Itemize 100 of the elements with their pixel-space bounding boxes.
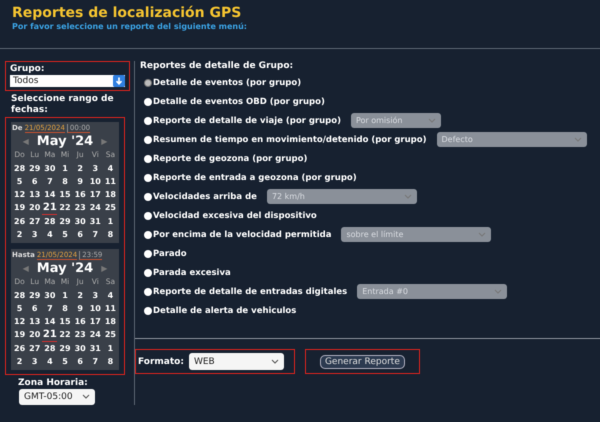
calendar-day[interactable]: 15	[57, 188, 73, 201]
calendar-day[interactable]: 22	[57, 328, 73, 341]
calendar-day[interactable]: 30	[72, 342, 88, 355]
calendar-day[interactable]: 22	[57, 202, 73, 214]
calendar-day[interactable]: 12	[12, 188, 28, 201]
calendar-day[interactable]: 7	[42, 176, 58, 188]
calendar-day[interactable]: 3	[27, 228, 42, 241]
radio-button[interactable]	[144, 192, 152, 200]
report-option-label[interactable]: Parado	[153, 248, 187, 258]
radio-button[interactable]	[144, 98, 152, 106]
calendar-day[interactable]: 30	[72, 216, 88, 228]
calendar-day[interactable]: 1	[102, 216, 118, 228]
calendar-day[interactable]: 9	[72, 176, 88, 188]
report-option-label[interactable]: Reporte de geozona (por grupo)	[153, 154, 308, 164]
calendar-day[interactable]: 12	[12, 316, 28, 328]
timezone-select[interactable]: GMT-05:00	[19, 388, 95, 405]
calendar-day[interactable]: 21	[42, 202, 58, 215]
calendar-day[interactable]: 10	[88, 302, 103, 315]
calendar-day[interactable]: 25	[102, 202, 118, 214]
radio-button[interactable]	[144, 306, 152, 314]
calendar-day[interactable]: 7	[42, 302, 58, 315]
calendar-day[interactable]: 5	[57, 228, 73, 241]
calendar-day[interactable]: 24	[88, 328, 103, 341]
format-select[interactable]: WEB	[188, 353, 284, 370]
radio-button[interactable]	[144, 154, 152, 162]
calendar-day[interactable]: 31	[88, 342, 103, 355]
calendar-day[interactable]: 29	[27, 290, 42, 302]
radio-button[interactable]	[144, 212, 152, 220]
calendar-day[interactable]: 16	[72, 316, 88, 328]
report-option-label[interactable]: Velocidades arriba de	[153, 192, 257, 202]
calendar-day[interactable]: 18	[102, 316, 118, 328]
radio-button[interactable]	[144, 174, 152, 182]
calendar-day[interactable]: 21	[42, 328, 58, 342]
calendar-day[interactable]: 11	[102, 302, 118, 315]
calendar-day[interactable]: 28	[42, 216, 58, 228]
calendar-day[interactable]: 19	[12, 328, 28, 341]
calendar-day[interactable]: 14	[42, 188, 58, 201]
report-option-label[interactable]: Detalle de eventos OBD (por grupo)	[153, 96, 325, 106]
radio-button[interactable]	[144, 288, 152, 296]
calendar-day[interactable]: 5	[12, 176, 28, 188]
calendar-day[interactable]: 30	[42, 162, 58, 175]
calendar-day[interactable]: 16	[72, 188, 88, 201]
calendar-day[interactable]: 28	[12, 162, 28, 175]
calendar-day[interactable]: 3	[88, 162, 103, 175]
report-option-label[interactable]: Reporte de detalle de entradas digitales	[153, 286, 348, 296]
calendar-day[interactable]: 30	[42, 290, 58, 302]
calendar-day[interactable]: 7	[88, 356, 103, 368]
calendar-day[interactable]: 27	[27, 342, 42, 355]
calendar-day[interactable]: 5	[57, 356, 73, 368]
calendar-day[interactable]: 7	[88, 228, 103, 241]
calendar-day[interactable]: 23	[72, 328, 88, 341]
calendar-day[interactable]: 28	[12, 290, 28, 302]
calendar-day[interactable]: 14	[42, 316, 58, 328]
calendar-day[interactable]: 17	[88, 316, 103, 328]
generate-report-button[interactable]: Generar Reporte	[320, 354, 405, 368]
calendar-day[interactable]: 6	[27, 302, 42, 315]
calendar-day[interactable]: 17	[88, 188, 103, 201]
report-option-label[interactable]: Resumen de tiempo en movimiento/detenido (por grupo)	[153, 134, 426, 144]
radio-button[interactable]	[144, 250, 152, 258]
calendar-day[interactable]: 4	[42, 356, 58, 368]
calendar-day[interactable]: 3	[27, 356, 42, 368]
calendar-day[interactable]: 8	[102, 356, 118, 368]
calendar-day[interactable]: 13	[27, 188, 42, 201]
radio-button[interactable]	[144, 78, 152, 86]
calendar-day[interactable]: 31	[88, 216, 103, 228]
report-option-label[interactable]: Parada excesiva	[153, 268, 231, 278]
report-option-label[interactable]: Velocidad excesiva del dispositivo	[153, 210, 317, 220]
calendar-day[interactable]: 10	[88, 176, 103, 188]
calendar-day[interactable]: 8	[57, 176, 73, 188]
report-option-label[interactable]: Detalle de alerta de vehiculos	[153, 306, 296, 316]
report-option-label[interactable]: Reporte de entrada a geozona (por grupo)	[153, 172, 357, 182]
calendar-day[interactable]: 6	[72, 228, 88, 241]
calendar-day[interactable]: 29	[27, 162, 42, 175]
calendar-day[interactable]: 27	[27, 216, 42, 228]
report-option-label[interactable]: Reporte de detalle de viaje (por grupo)	[153, 116, 341, 126]
calendar-day[interactable]: 8	[57, 302, 73, 315]
calendar-day[interactable]: 25	[102, 328, 118, 341]
calendar-day[interactable]: 1	[57, 162, 73, 175]
radio-button[interactable]	[144, 116, 152, 124]
calendar-day[interactable]: 26	[12, 216, 28, 228]
calendar-day[interactable]: 19	[12, 202, 28, 214]
calendar-day[interactable]: 29	[57, 342, 73, 355]
calendar-day[interactable]: 13	[27, 316, 42, 328]
calendar-day[interactable]: 2	[12, 228, 28, 241]
calendar-day[interactable]: 1	[57, 290, 73, 302]
report-option-label[interactable]: Por encima de la velocidad permitida	[153, 230, 332, 240]
calendar-day[interactable]: 28	[42, 342, 58, 355]
calendar-day[interactable]: 20	[27, 328, 42, 341]
radio-button[interactable]	[144, 268, 152, 276]
calendar-day[interactable]: 8	[102, 228, 118, 241]
calendar-day[interactable]: 4	[42, 228, 58, 241]
calendar-day[interactable]: 1	[102, 342, 118, 355]
radio-button[interactable]	[144, 136, 152, 144]
calendar-day[interactable]: 9	[72, 302, 88, 315]
calendar-day[interactable]: 18	[102, 188, 118, 201]
group-select[interactable]: Todos	[10, 75, 125, 87]
calendar-day[interactable]: 6	[72, 356, 88, 368]
calendar-day[interactable]: 4	[102, 162, 118, 175]
calendar-day[interactable]: 23	[72, 202, 88, 214]
calendar-day[interactable]: 2	[72, 162, 88, 175]
